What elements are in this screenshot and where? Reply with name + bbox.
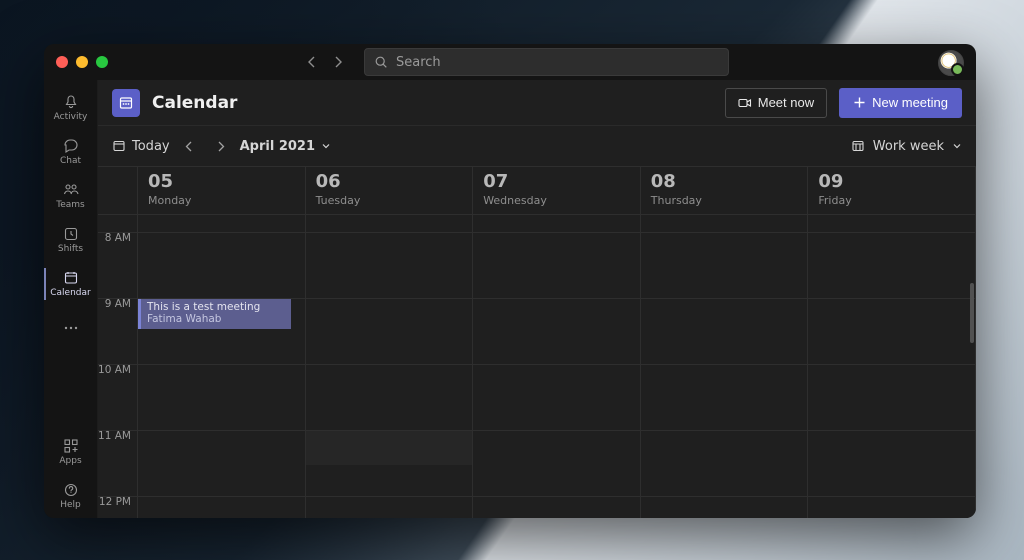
panel-header: Calendar Meet now New meeting: [98, 80, 976, 126]
zoom-icon[interactable]: [96, 56, 108, 68]
month-label: April 2021: [240, 139, 315, 154]
day-number: 05: [148, 173, 295, 192]
calendar-today-icon: [112, 139, 126, 153]
sidebar-item-activity[interactable]: Activity: [44, 86, 98, 130]
calendar-grid[interactable]: 8 AM 9 AM 10 AM 11 AM 12 PM 05 Monday: [98, 166, 976, 518]
meet-now-button[interactable]: Meet now: [725, 88, 827, 118]
time-slot-highlight[interactable]: [306, 431, 473, 464]
sidebar-item-shifts[interactable]: Shifts: [44, 218, 98, 262]
app-window: Search Activity Chat Teams: [44, 44, 976, 518]
calendar-event[interactable]: This is a test meeting Fatima Wahab: [138, 299, 291, 329]
forward-button[interactable]: [332, 56, 344, 68]
chat-icon: [63, 138, 79, 154]
video-icon: [738, 96, 752, 110]
plus-icon: [853, 96, 866, 109]
close-icon[interactable]: [56, 56, 68, 68]
date-nav: [184, 141, 226, 152]
sidebar-item-label: Teams: [56, 200, 84, 210]
day-name: Thursday: [651, 194, 798, 207]
sidebar-item-label: Apps: [59, 456, 81, 466]
sidebar-item-label: Activity: [54, 112, 88, 122]
time-label: 9 AM: [105, 298, 131, 310]
ellipsis-icon: [63, 320, 79, 336]
day-name: Friday: [818, 194, 965, 207]
day-header: 07 Wednesday: [473, 167, 640, 215]
new-meeting-button[interactable]: New meeting: [839, 88, 962, 118]
sidebar-item-chat[interactable]: Chat: [44, 130, 98, 174]
view-picker[interactable]: Work week: [851, 139, 962, 154]
day-column-fri[interactable]: 09 Friday: [808, 167, 976, 518]
avatar[interactable]: [938, 50, 964, 76]
time-label: 10 AM: [98, 364, 131, 376]
day-header: 05 Monday: [138, 167, 305, 215]
day-header: 06 Tuesday: [306, 167, 473, 215]
time-label: 12 PM: [99, 496, 131, 508]
sidebar-item-label: Help: [60, 500, 81, 510]
main-panel: Calendar Meet now New meeting Today: [98, 80, 976, 518]
day-column-thu[interactable]: 08 Thursday: [641, 167, 809, 518]
back-button[interactable]: [306, 56, 318, 68]
view-label: Work week: [873, 139, 944, 154]
day-header: 08 Thursday: [641, 167, 808, 215]
button-label: Meet now: [758, 95, 814, 110]
prev-period-button[interactable]: [184, 141, 195, 152]
day-number: 09: [818, 173, 965, 192]
day-header: 09 Friday: [808, 167, 975, 215]
event-organizer: Fatima Wahab: [147, 313, 285, 325]
chevron-down-icon: [321, 141, 331, 151]
month-picker[interactable]: April 2021: [240, 139, 331, 154]
day-name: Monday: [148, 194, 295, 207]
sidebar-item-apps[interactable]: Apps: [44, 430, 98, 474]
sidebar-item-help[interactable]: Help: [44, 474, 98, 518]
day-number: 07: [483, 173, 630, 192]
search-icon: [375, 56, 388, 69]
search-placeholder: Search: [396, 55, 441, 70]
chevron-left-icon: [184, 141, 195, 152]
day-column-mon[interactable]: 05 Monday This is a test meeting Fatima …: [138, 167, 306, 518]
sidebar-item-teams[interactable]: Teams: [44, 174, 98, 218]
calendar-toolbar: Today April 2021 Work wee: [98, 126, 976, 166]
sidebar-item-label: Chat: [60, 156, 81, 166]
event-title: This is a test meeting: [147, 301, 285, 313]
sidebar-item-calendar[interactable]: Calendar: [44, 262, 98, 306]
day-number: 08: [651, 173, 798, 192]
scrollbar-thumb[interactable]: [970, 283, 974, 343]
titlebar: Search: [44, 44, 976, 80]
day-number: 06: [316, 173, 463, 192]
sidebar-item-label: Calendar: [50, 288, 90, 298]
day-name: Wednesday: [483, 194, 630, 207]
body-area: Activity Chat Teams Shifts: [44, 80, 976, 518]
minimize-icon[interactable]: [76, 56, 88, 68]
page-title: Calendar: [152, 93, 237, 113]
siderail: Activity Chat Teams Shifts: [44, 80, 98, 518]
next-period-button[interactable]: [215, 141, 226, 152]
chevron-down-icon: [952, 141, 962, 151]
time-label: 11 AM: [98, 430, 131, 442]
day-column-wed[interactable]: 07 Wednesday: [473, 167, 641, 518]
today-button[interactable]: Today: [112, 139, 170, 154]
chevron-left-icon: [306, 56, 318, 68]
history-nav: [306, 56, 344, 68]
window-controls: [56, 56, 108, 68]
people-icon: [63, 182, 79, 198]
today-label: Today: [132, 139, 170, 154]
bell-icon: [63, 94, 79, 110]
clock-icon: [63, 226, 79, 242]
calendar-icon: [63, 270, 79, 286]
sidebar-item-label: Shifts: [58, 244, 83, 254]
day-name: Tuesday: [316, 194, 463, 207]
time-label: 8 AM: [105, 232, 131, 244]
help-icon: [63, 482, 79, 498]
sidebar-item-more[interactable]: [44, 306, 98, 350]
search-input[interactable]: Search: [364, 48, 729, 76]
chevron-right-icon: [215, 141, 226, 152]
calendar-app-icon: [112, 89, 140, 117]
time-column: 8 AM 9 AM 10 AM 11 AM 12 PM: [98, 167, 138, 518]
apps-icon: [63, 438, 79, 454]
button-label: New meeting: [872, 95, 948, 110]
day-column-tue[interactable]: 06 Tuesday: [306, 167, 474, 518]
calendar-view-icon: [851, 139, 865, 153]
chevron-right-icon: [332, 56, 344, 68]
